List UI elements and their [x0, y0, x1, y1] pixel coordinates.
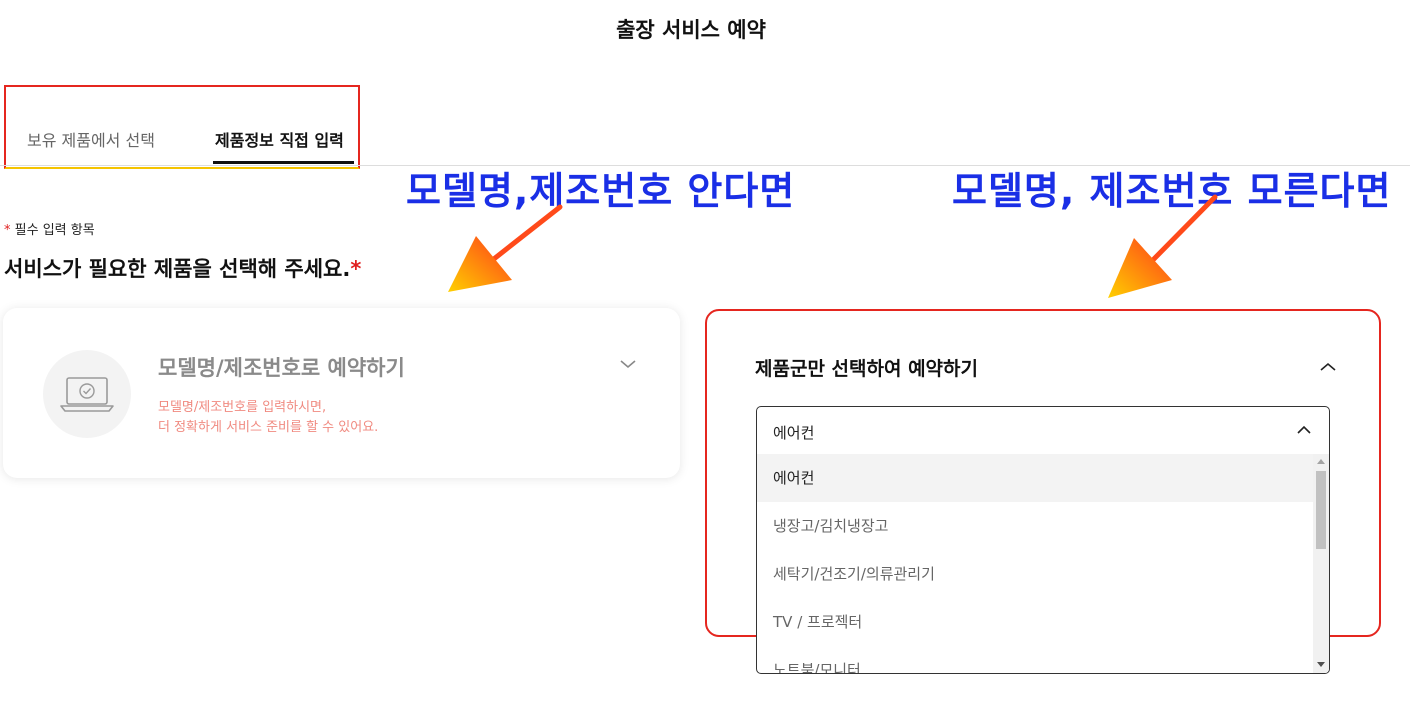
category-select[interactable]: 에어컨 에어컨 냉장고/김치냉장고 세탁기/건조기/의류관리기 TV / 프로젝…: [756, 406, 1330, 674]
required-note-text: 필수 입력 항목: [14, 223, 95, 238]
scrollbar-thumb[interactable]: [1316, 471, 1326, 549]
select-chevron-up-icon[interactable]: [1295, 423, 1313, 437]
card-model-title: 모델명/제조번호로 예약하기: [158, 356, 405, 380]
tab-manual-input[interactable]: 제품정보 직접 입력: [215, 127, 344, 151]
page-title: 출장 서비스 예약: [616, 18, 766, 42]
product-question: 서비스가 필요한 제품을 선택해 주세요.*: [4, 253, 361, 283]
card-model-number[interactable]: 모델명/제조번호로 예약하기 모델명/제조번호를 입력하시면, 더 정확하게 서…: [3, 308, 680, 478]
required-note: * 필수 입력 항목: [4, 219, 95, 238]
chevron-up-icon[interactable]: [1318, 359, 1338, 375]
card-model-desc-line2: 더 정확하게 서비스 준비를 할 수 있어요.: [158, 420, 379, 435]
scroll-down-arrow-icon[interactable]: [1317, 662, 1325, 667]
laptop-check-icon: [43, 350, 131, 438]
category-option[interactable]: 노트북/모니터: [757, 646, 1313, 673]
chevron-down-icon[interactable]: [618, 356, 638, 372]
card-category-title[interactable]: 제품군만 선택하여 예약하기: [755, 354, 978, 381]
required-star: *: [4, 223, 11, 238]
category-options: 에어컨 냉장고/김치냉장고 세탁기/건조기/의류관리기 TV / 프로젝터 노트…: [757, 454, 1313, 673]
annotation-right: 모델명, 제조번호 모른다면: [952, 169, 1392, 213]
category-option[interactable]: 세탁기/건조기/의류관리기: [757, 550, 1313, 598]
category-select-value[interactable]: 에어컨: [773, 422, 814, 443]
card-model-desc-line1: 모델명/제조번호를 입력하시면,: [158, 400, 327, 415]
category-option[interactable]: TV / 프로젝터: [757, 598, 1313, 646]
card-model-desc: 모델명/제조번호를 입력하시면, 더 정확하게 서비스 준비를 할 수 있어요.: [158, 398, 378, 438]
question-required-star: *: [350, 257, 362, 281]
scroll-up-arrow-icon[interactable]: [1317, 459, 1325, 464]
category-option[interactable]: 냉장고/김치냉장고: [757, 502, 1313, 550]
category-option[interactable]: 에어컨: [757, 454, 1313, 502]
product-question-text: 서비스가 필요한 제품을 선택해 주세요.: [4, 257, 351, 281]
annotation-left: 모델명,제조번호 안다면: [406, 169, 796, 213]
arrow-left-icon: [448, 204, 563, 292]
active-tab-indicator: [213, 161, 354, 164]
tab-owned-products[interactable]: 보유 제품에서 선택: [27, 127, 155, 151]
